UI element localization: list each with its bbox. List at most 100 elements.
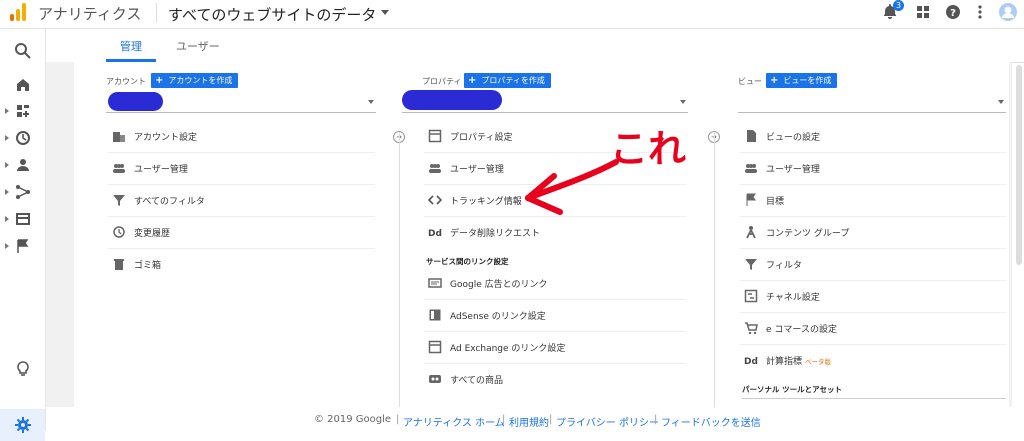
footer-link-feedback[interactable]: フィードバックを送信	[661, 414, 761, 429]
account-settings-item[interactable]: アカウント設定	[108, 121, 375, 153]
analytics-logo-icon[interactable]	[8, 2, 30, 22]
item-label: コンテンツ グループ	[766, 229, 850, 239]
view-settings-item[interactable]: ビューの設定	[740, 121, 1006, 153]
top-bar: アナリティクス すべてのウェブサイトのデータ 3 ?	[0, 0, 1024, 29]
view-dropdown[interactable]	[738, 90, 1006, 113]
property-column-header: プロパティ	[422, 77, 462, 86]
chevron-down-icon	[680, 100, 686, 104]
tab-user[interactable]: ユーザー	[176, 38, 220, 54]
users-icon	[113, 164, 125, 173]
filter-icon	[113, 195, 125, 206]
expand-arrow-icon[interactable]	[5, 108, 9, 114]
more-vert-icon[interactable]	[970, 2, 990, 22]
item-label: すべてのフィルタ	[134, 197, 205, 207]
all-products-item[interactable]: すべての商品	[424, 364, 686, 395]
users-icon	[745, 164, 757, 173]
item-label: アカウント設定	[134, 133, 198, 143]
flag-icon[interactable]	[13, 236, 33, 256]
create-property-button[interactable]: + プロパティを作成	[464, 73, 551, 88]
app-title: アナリティクス	[38, 5, 142, 23]
item-label: 変更履歴	[134, 229, 171, 239]
search-icon[interactable]	[13, 41, 33, 61]
customization-icon[interactable]	[13, 101, 33, 121]
footer-separator: |	[396, 414, 400, 425]
red-arrow-annotation: これ	[525, 127, 686, 215]
content-grouping-item[interactable]: コンテンツ グループ	[740, 217, 1006, 249]
clock-icon[interactable]	[13, 128, 33, 148]
item-label: フィルタ	[766, 261, 802, 271]
footer-link-privacy[interactable]: プライバシー ポリシー	[556, 414, 659, 429]
account-column-header: アカウント	[106, 77, 146, 86]
cart-icon	[745, 322, 758, 335]
expand-arrow-icon[interactable]	[5, 243, 9, 249]
account-all-filters-item[interactable]: すべてのフィルタ	[108, 185, 375, 217]
ad-exchange-link-item[interactable]: Ad Exchange のリンク設定	[424, 332, 686, 364]
copyright-text: © 2019 Google	[314, 414, 392, 425]
expand-arrow-icon[interactable]	[5, 162, 9, 168]
account-dropdown[interactable]	[106, 90, 376, 113]
item-label: チャネル設定	[766, 293, 820, 303]
column-divider	[399, 132, 400, 407]
channel-icon	[744, 289, 758, 303]
footer-link-analytics-home[interactable]: アナリティクス ホーム	[403, 414, 505, 429]
lightbulb-icon[interactable]	[13, 359, 33, 379]
item-label: プロパティ設定	[450, 133, 513, 143]
scrollbar[interactable]	[1016, 65, 1022, 265]
behavior-icon[interactable]	[13, 209, 33, 229]
google-ads-link-item[interactable]: Google 広告とのリンク	[424, 268, 686, 300]
section-label: パーソナル ツールとアセット	[742, 385, 842, 394]
footer-link-terms[interactable]: 利用規約	[509, 414, 549, 429]
content-group-icon	[746, 226, 756, 239]
column-divider	[714, 132, 715, 407]
property-dropdown[interactable]	[402, 90, 688, 113]
expand-arrow-icon[interactable]	[5, 189, 9, 195]
document-icon	[747, 130, 756, 142]
footer-separator: |	[654, 414, 658, 425]
item-label: e コマースの設定	[766, 325, 837, 335]
ad-exchange-icon	[428, 340, 442, 354]
account-user-management-item[interactable]: ユーザー管理	[108, 153, 375, 185]
tab-admin[interactable]: 管理	[120, 38, 142, 54]
item-label: ユーザー管理	[766, 165, 820, 175]
calculated-metrics-item[interactable]: Dd 計算指標 ベータ版	[740, 345, 1006, 376]
dd-icon: Dd	[428, 229, 442, 239]
gear-icon[interactable]	[13, 415, 33, 435]
channel-settings-item[interactable]: チャネル設定	[740, 281, 1006, 313]
home-icon[interactable]	[13, 75, 33, 95]
apps-grid-icon[interactable]	[913, 2, 933, 22]
view-filters-item[interactable]: フィルタ	[740, 249, 1006, 281]
item-label: 目標	[766, 197, 785, 207]
products-icon	[429, 375, 441, 383]
svg-text:Dd: Dd	[744, 357, 758, 367]
account-change-history-item[interactable]: 変更履歴	[108, 217, 375, 249]
person-icon[interactable]	[13, 155, 33, 175]
help-icon[interactable]: ?	[943, 2, 963, 22]
adsense-link-item[interactable]: AdSense のリンク設定	[424, 300, 686, 332]
svg-text:?: ?	[950, 8, 956, 19]
item-label: 計算指標 ベータ版	[766, 354, 831, 367]
account-selector[interactable]: すべてのウェブサイトのデータ	[168, 4, 376, 25]
users-icon	[429, 164, 441, 173]
create-view-button[interactable]: + ビューを作成	[766, 73, 838, 88]
ecommerce-settings-item[interactable]: e コマースの設定	[740, 313, 1006, 345]
expand-arrow-icon[interactable]	[5, 135, 9, 141]
property-settings-icon	[428, 129, 442, 143]
acquisition-icon[interactable]	[13, 182, 33, 202]
expand-arrow-icon[interactable]	[5, 216, 9, 222]
trash-icon	[114, 259, 124, 270]
annotation-text: これ	[610, 127, 686, 171]
item-label: Google 広告とのリンク	[450, 280, 548, 290]
avatar[interactable]	[998, 2, 1018, 22]
google-ads-icon	[428, 278, 442, 288]
dd-icon: Dd	[744, 357, 758, 367]
item-label: ゴミ箱	[134, 261, 162, 271]
goals-item[interactable]: 目標	[740, 185, 1006, 217]
view-user-management-item[interactable]: ユーザー管理	[740, 153, 1006, 185]
account-trash-item[interactable]: ゴミ箱	[108, 249, 375, 280]
section-divider	[742, 398, 1006, 399]
create-account-button[interactable]: + アカウントを作成	[151, 73, 239, 88]
left-nav	[0, 29, 46, 441]
chevron-down-icon[interactable]	[381, 10, 389, 15]
header-divider	[156, 3, 157, 23]
notification-badge: 3	[893, 0, 904, 11]
